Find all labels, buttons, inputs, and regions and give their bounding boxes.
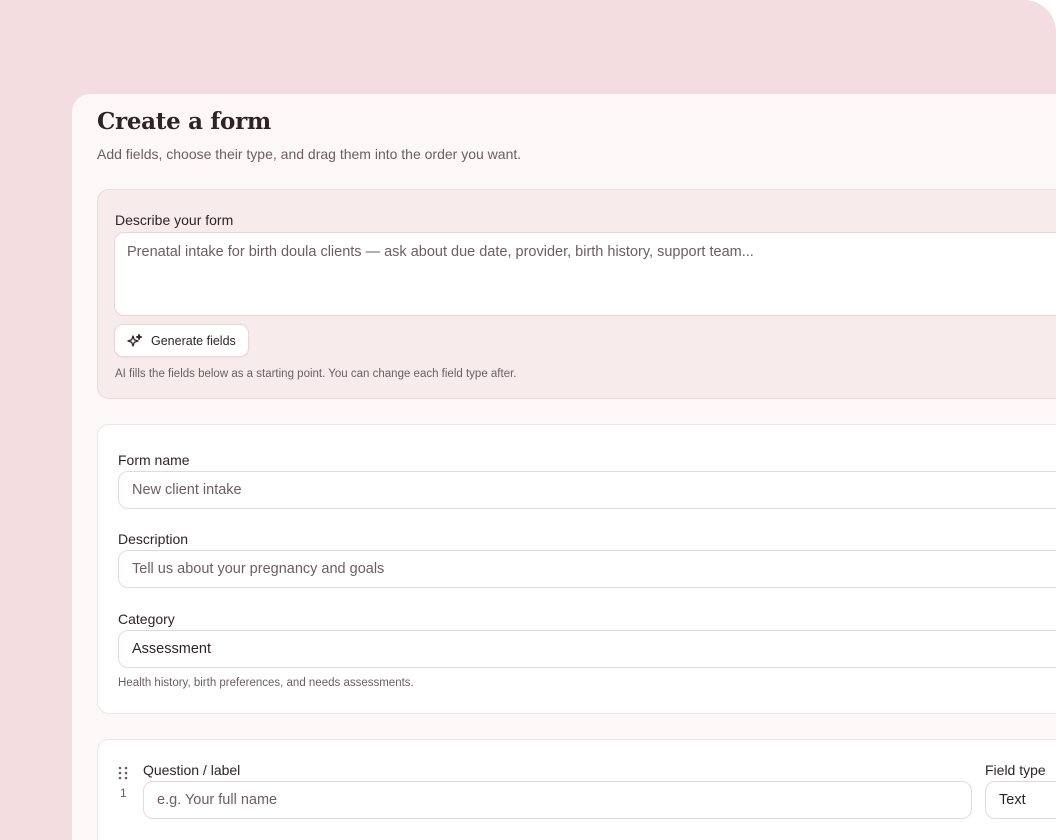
field-type-value: Text [999, 792, 1026, 808]
question-input[interactable]: e.g. Your full name [143, 781, 972, 819]
description-input[interactable]: Tell us about your pregnancy and goals [118, 550, 1056, 588]
category-hint: Health history, birth preferences, and n… [118, 677, 414, 689]
describe-form-placeholder: Prenatal intake for birth doula clients … [127, 244, 754, 260]
category-select[interactable]: Assessment [118, 630, 1056, 668]
form-details-card: Form name New client intake Description … [97, 424, 1056, 714]
field-type-label: Field type [985, 762, 1046, 778]
ai-hint: AI fills the fields below as a starting … [115, 368, 517, 380]
drag-handle-icon[interactable] [118, 766, 128, 780]
question-placeholder: e.g. Your full name [157, 792, 278, 808]
describe-form-textarea[interactable]: Prenatal intake for birth doula clients … [114, 232, 1056, 316]
form-name-label: Form name [118, 452, 190, 468]
form-name-placeholder: New client intake [132, 482, 242, 498]
describe-form-label: Describe your form [115, 212, 234, 228]
question-label: Question / label [143, 762, 241, 778]
page-title: Create a form [97, 108, 271, 135]
category-label: Category [118, 611, 175, 627]
field-index: 1 [120, 786, 127, 800]
description-label: Description [118, 531, 189, 547]
field-type-select[interactable]: Text [985, 781, 1056, 819]
description-placeholder: Tell us about your pregnancy and goals [132, 561, 385, 577]
question-field-card: 1 Question / label e.g. Your full name F… [97, 739, 1056, 840]
generate-fields-label: Generate fields [151, 333, 236, 348]
ai-describe-card: Describe your form Prenatal intake for b… [97, 189, 1056, 399]
generate-fields-button[interactable]: Generate fields [114, 324, 249, 357]
form-name-input[interactable]: New client intake [118, 471, 1056, 509]
category-value: Assessment [132, 641, 211, 657]
page-subtitle: Add fields, choose their type, and drag … [97, 146, 522, 162]
app-background: Create a form Add fields, choose their t… [0, 0, 1056, 840]
sparkles-icon [127, 333, 143, 347]
form-builder-panel: Create a form Add fields, choose their t… [72, 94, 1056, 840]
